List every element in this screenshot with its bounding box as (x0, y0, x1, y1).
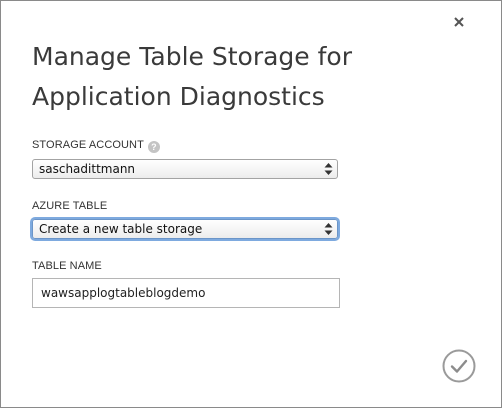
table-name-input[interactable]: wawsapplogtableblogdemo (32, 278, 340, 308)
manage-table-storage-dialog: Manage Table Storage for Application Dia… (0, 0, 502, 408)
ok-button[interactable] (442, 349, 476, 383)
dialog-title: Manage Table Storage for Application Dia… (32, 42, 352, 111)
storage-account-selected-value: saschadittmann (39, 162, 136, 176)
close-button[interactable] (448, 11, 470, 33)
close-icon (454, 17, 464, 27)
storage-account-label: STORAGE ACCOUNT? (32, 139, 160, 153)
azure-table-select[interactable]: Create a new table storage (32, 219, 338, 239)
select-arrows-icon (324, 223, 333, 235)
checkmark-circle-icon (442, 349, 476, 383)
storage-account-label-text: STORAGE ACCOUNT (32, 139, 144, 151)
storage-account-select[interactable]: saschadittmann (32, 159, 338, 179)
azure-table-selected-value: Create a new table storage (39, 222, 203, 236)
select-arrows-icon (324, 163, 333, 175)
azure-table-label: AZURE TABLE (32, 200, 108, 212)
help-icon[interactable]: ? (147, 141, 160, 153)
table-name-label: TABLE NAME (32, 260, 102, 272)
